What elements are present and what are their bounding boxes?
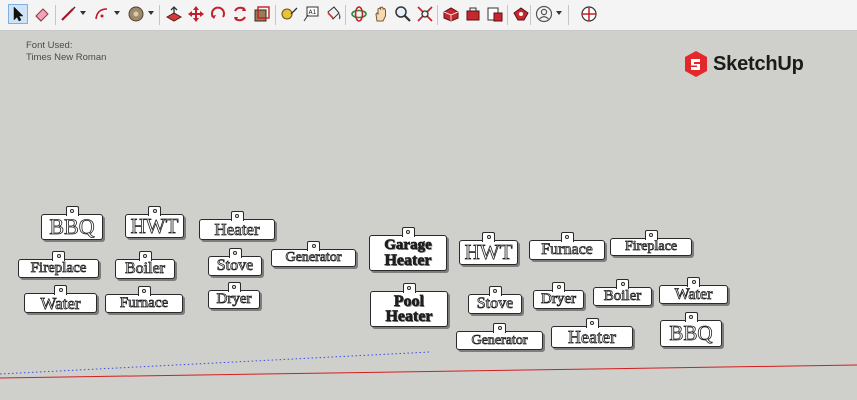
account-dropdown-caret[interactable] <box>556 11 562 15</box>
tag-right-stove[interactable]: Stove <box>468 286 522 314</box>
tag-left-bbq[interactable]: BBQ <box>41 206 103 240</box>
shape-tool-icon[interactable] <box>126 4 146 24</box>
tag-left-generator[interactable]: Generator <box>271 241 356 267</box>
tag-right-water[interactable]: Water <box>659 277 728 304</box>
pan-tool-icon[interactable] <box>371 4 391 24</box>
model-info-icon[interactable] <box>579 4 599 24</box>
tag-left-fireplace[interactable]: Fireplace <box>18 251 99 278</box>
arc-dropdown-caret[interactable] <box>114 11 120 15</box>
rotate-tool-icon[interactable] <box>208 4 228 24</box>
move-tool-icon[interactable] <box>186 4 206 24</box>
tag-right-furnace[interactable]: Furnace <box>529 232 605 260</box>
tag-left-boiler[interactable]: Boiler <box>115 251 175 279</box>
shape-dropdown-caret[interactable] <box>148 11 154 15</box>
tag-left-dryer[interactable]: Dryer <box>208 282 260 309</box>
tag-right-fireplace[interactable]: Fireplace <box>610 230 692 256</box>
account-icon[interactable] <box>534 4 554 24</box>
tag-right-generator[interactable]: Generator <box>456 323 543 350</box>
arc-tool-icon[interactable] <box>92 4 112 24</box>
tag-right-pool-heater[interactable]: Pool Heater <box>370 283 448 327</box>
tag-left-water[interactable]: Water <box>24 285 97 313</box>
tape-measure-tool-icon[interactable] <box>279 4 299 24</box>
paint-bucket-tool-icon[interactable] <box>323 4 343 24</box>
zoom-tool-icon[interactable] <box>393 4 413 24</box>
tag-left-heater[interactable]: Heater <box>199 211 275 240</box>
tag-right-hwt[interactable]: HWT <box>459 232 518 265</box>
tag-left-furnace[interactable]: Furnace <box>105 286 183 313</box>
extension-warehouse-icon[interactable] <box>463 4 483 24</box>
tag-right-garage-heater[interactable]: Garage Heater <box>369 227 447 271</box>
tag-right-bbq[interactable]: BBQ <box>660 312 722 347</box>
scale-tool-icon[interactable] <box>230 4 250 24</box>
offset-tool-icon[interactable] <box>252 4 272 24</box>
line-tool-icon[interactable] <box>58 4 78 24</box>
select-tool-icon[interactable] <box>8 4 28 24</box>
eraser-tool-icon[interactable] <box>32 4 52 24</box>
line-dropdown-caret[interactable] <box>80 11 86 15</box>
send-to-layout-icon[interactable] <box>485 4 505 24</box>
main-toolbar: A1 <box>0 0 857 31</box>
orbit-tool-icon[interactable] <box>349 4 369 24</box>
model-viewport[interactable]: Font Used: Times New Roman SketchUp BBQ … <box>0 31 857 400</box>
zoom-extents-tool-icon[interactable] <box>415 4 435 24</box>
text-tool-icon[interactable]: A1 <box>301 4 321 24</box>
push-pull-tool-icon[interactable] <box>164 4 184 24</box>
svg-text:A1: A1 <box>309 9 317 16</box>
tag-left-stove[interactable]: Stove <box>208 248 262 276</box>
extension-manager-icon[interactable] <box>511 4 531 24</box>
tag-left-hwt[interactable]: HWT <box>125 206 184 238</box>
tag-right-dryer[interactable]: Dryer <box>533 282 584 309</box>
tag-right-heater[interactable]: Heater <box>551 318 633 348</box>
tag-right-boiler[interactable]: Boiler <box>593 279 652 306</box>
blue-axis-dotted-line <box>0 351 431 375</box>
3d-warehouse-icon[interactable] <box>441 4 461 24</box>
